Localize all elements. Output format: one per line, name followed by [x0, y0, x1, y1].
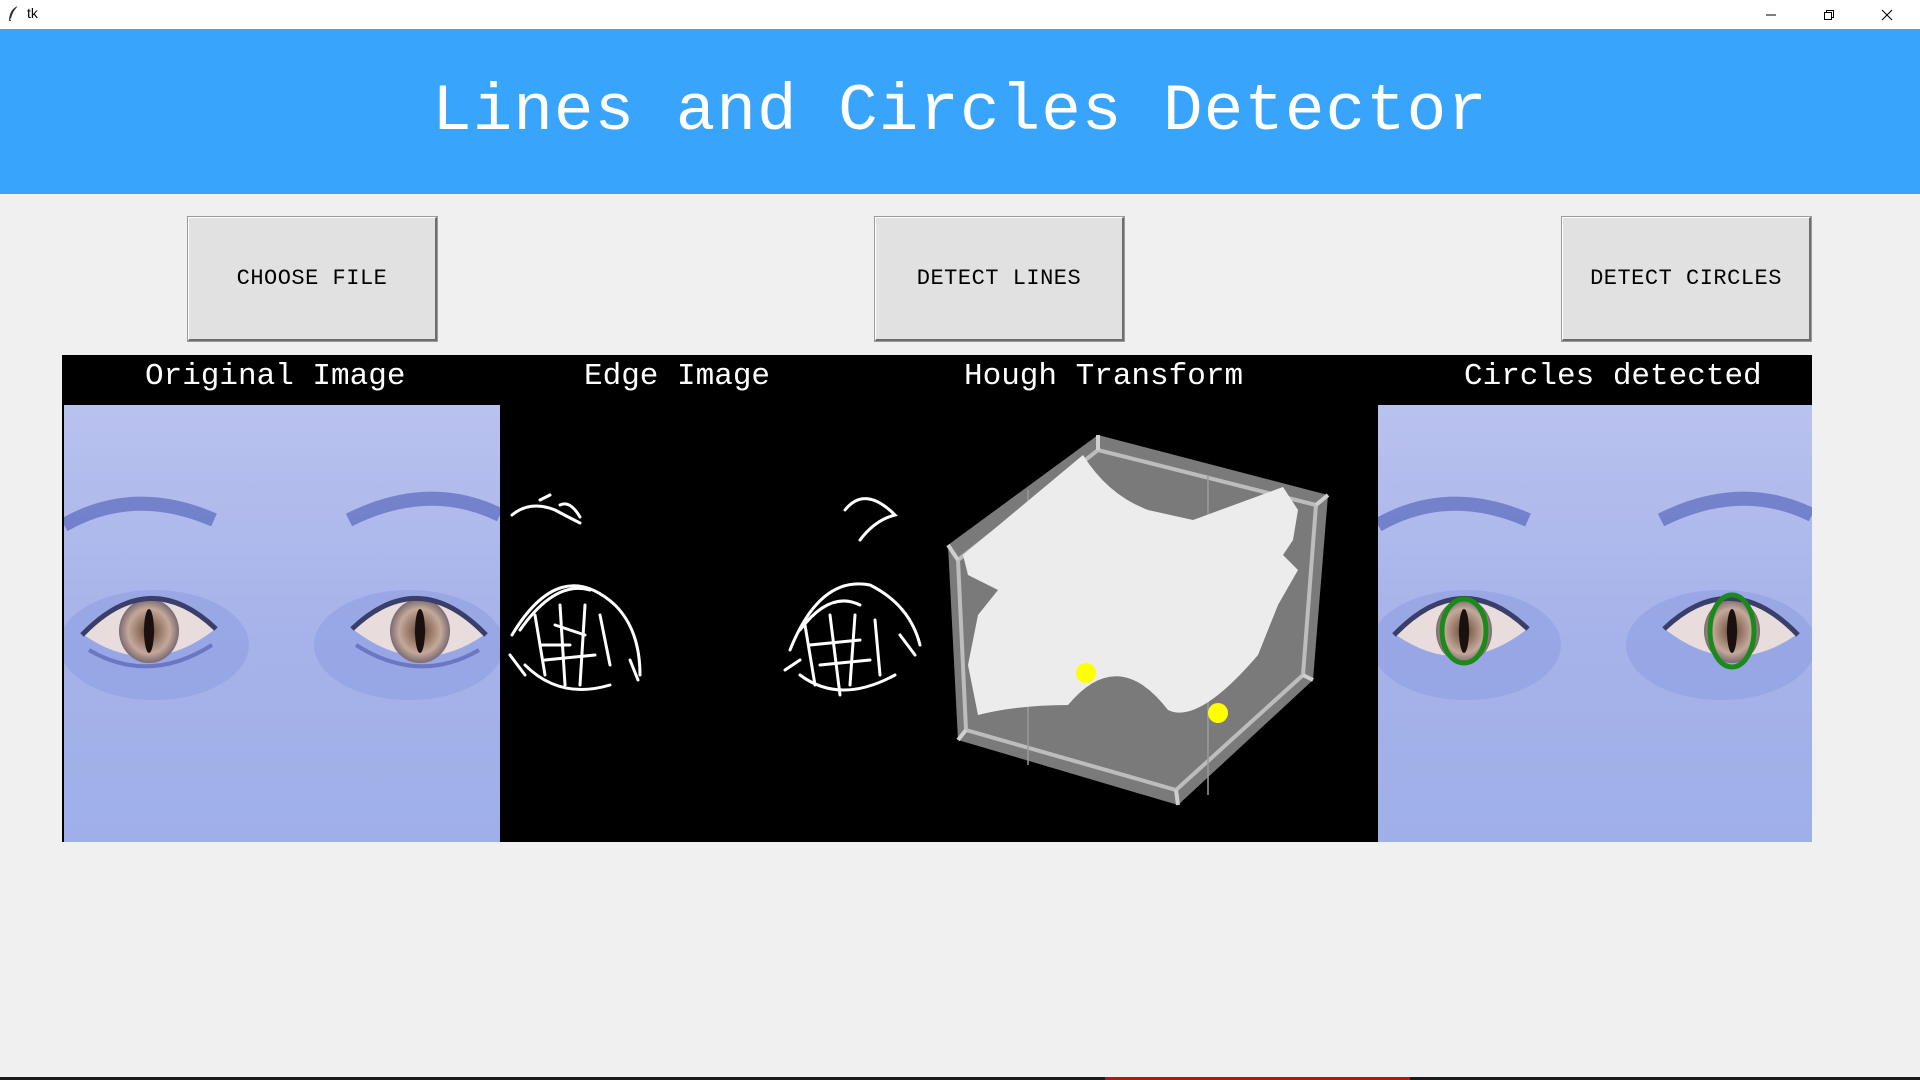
hough-transform-label: Hough Transform — [964, 359, 1244, 394]
detect-circles-button[interactable]: DETECT CIRCLES — [1561, 216, 1812, 342]
close-button[interactable] — [1858, 0, 1916, 29]
window-titlebar: tk — [0, 0, 1920, 29]
maximize-icon — [1824, 9, 1834, 20]
choose-file-button[interactable]: CHOOSE FILE — [187, 216, 438, 342]
results-panel: Original Image Edge Image Hough Transfor… — [62, 355, 1812, 842]
window-title: tk — [27, 5, 38, 21]
original-image-label: Original Image — [145, 359, 406, 394]
edge-image — [500, 405, 938, 842]
app-title: Lines and Circles Detector — [432, 74, 1488, 149]
circles-detected-label: Circles detected — [1464, 359, 1762, 394]
detect-lines-button[interactable]: DETECT LINES — [874, 216, 1125, 342]
maximize-button[interactable] — [1800, 0, 1858, 29]
minimize-button[interactable] — [1742, 0, 1800, 29]
close-icon — [1881, 9, 1893, 20]
circles-detected-image — [1378, 405, 1812, 842]
app-header: Lines and Circles Detector — [0, 29, 1920, 194]
minimize-icon — [1766, 14, 1776, 15]
hough-transform-plot — [938, 405, 1376, 842]
original-image — [64, 405, 500, 842]
feather-icon — [9, 5, 19, 21]
edge-image-label: Edge Image — [584, 359, 771, 394]
